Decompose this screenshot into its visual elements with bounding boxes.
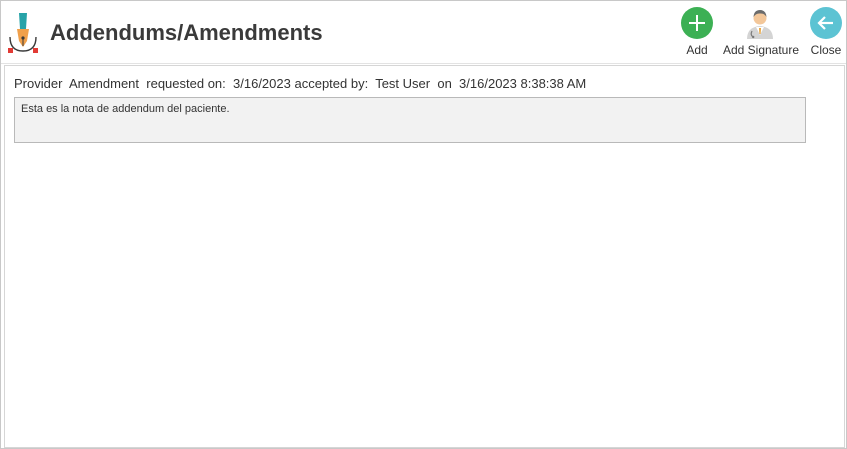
add-signature-label: Add Signature (722, 43, 800, 57)
accepted-label: accepted by: (294, 76, 369, 91)
amendment-note[interactable]: Esta es la nota de addendum del paciente… (14, 97, 806, 143)
requested-date: 3/16/2023 (233, 76, 291, 91)
back-arrow-circle-icon (810, 7, 842, 39)
addendums-window: Addendums/Amendments Add Add Signature C… (0, 0, 847, 449)
on-label: on (437, 76, 452, 91)
provider-label: Provider (14, 76, 63, 91)
pen-nib-icon (8, 13, 38, 53)
page-title: Addendums/Amendments (50, 20, 323, 45)
amendment-list: Provider Amendment requested on: 3/16/20… (4, 65, 845, 448)
accepted-user: Test User (375, 76, 431, 91)
close-button[interactable]: Close (807, 7, 845, 59)
doctor-avatar-icon (747, 10, 773, 39)
amendment-header: Provider Amendment requested on: 3/16/20… (14, 76, 586, 91)
add-signature-button[interactable]: Add Signature (720, 7, 802, 59)
close-button-label: Close (810, 43, 842, 57)
add-button[interactable]: Add (677, 7, 717, 59)
plus-circle-icon (681, 7, 713, 39)
add-button-label: Add (686, 43, 708, 57)
accepted-datetime: 3/16/2023 8:38:38 AM (459, 76, 587, 91)
requested-label: requested on: (146, 76, 226, 91)
amendment-type: Amendment (68, 76, 140, 91)
header-bar: Addendums/Amendments Add Add Signature C… (1, 1, 846, 64)
